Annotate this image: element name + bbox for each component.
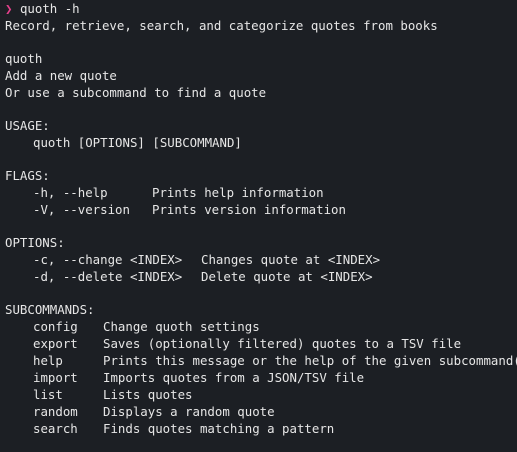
program-name: quoth	[5, 51, 43, 66]
option-description: Changes quote at <INDEX>	[201, 252, 381, 267]
subcommand-description: Prints this message or the help of the g…	[103, 353, 517, 368]
subcommand-row: import Imports quotes from a JSON/TSV fil…	[5, 369, 517, 386]
subcommand-key: list	[33, 387, 63, 402]
subcommand-row: help Prints this message or the help of t…	[5, 352, 517, 369]
intro-line-2: Or use a subcommand to find a quote	[5, 85, 267, 100]
prompt-chevron-icon: ❯	[5, 1, 13, 16]
terminal-window[interactable]: ❯ quoth -h Record, retrieve, search, and…	[0, 0, 517, 452]
subcommand-description: Displays a random quote	[103, 404, 275, 419]
subcommand-description: Finds quotes matching a pattern	[103, 421, 335, 436]
subcommand-row: export Saves (optionally filtered) quotes…	[5, 335, 517, 352]
prompt-line: ❯ quoth -h	[5, 0, 517, 17]
subcommand-key: search	[33, 421, 78, 436]
subcommand-row: random Displays a random quote	[5, 403, 517, 420]
subcommand-key: random	[33, 404, 78, 419]
subcommand-description: Saves (optionally filtered) quotes to a …	[103, 336, 462, 351]
subcommand-row: list Lists quotes	[5, 386, 517, 403]
subcommand-row: config Change quoth settings	[5, 318, 517, 335]
flags-heading: FLAGS:	[5, 168, 50, 183]
subcommand-description: Imports quotes from a JSON/TSV file	[103, 370, 365, 385]
subcommand-key: config	[33, 319, 78, 334]
flag-description: Prints help information	[152, 185, 324, 200]
intro-line-1: Add a new quote	[5, 68, 117, 83]
subcommand-description: Change quoth settings	[103, 319, 260, 334]
subcommand-key: export	[33, 336, 78, 351]
subcommand-row: search Finds quotes matching a pattern	[5, 420, 517, 437]
option-description: Delete quote at <INDEX>	[201, 269, 373, 284]
program-description: Record, retrieve, search, and categorize…	[5, 18, 438, 33]
flag-row: -V, --version Prints version information	[5, 201, 517, 218]
usage-heading: USAGE:	[5, 118, 50, 133]
subcommand-key: help	[33, 353, 63, 368]
flag-row: -h, --help Prints help information	[5, 184, 517, 201]
option-key: -d, --delete <INDEX>	[33, 269, 183, 284]
subcommand-description: Lists quotes	[103, 387, 193, 402]
usage-text: quoth [OPTIONS] [SUBCOMMAND]	[33, 135, 242, 150]
usage-line: quoth [OPTIONS] [SUBCOMMAND]	[5, 134, 517, 151]
flag-key: -h, --help	[33, 185, 108, 200]
flag-key: -V, --version	[33, 202, 130, 217]
flag-description: Prints version information	[152, 202, 346, 217]
option-row: -d, --delete <INDEX> Delete quote at <IND…	[5, 268, 517, 285]
option-row: -c, --change <INDEX> Changes quote at <IN…	[5, 251, 517, 268]
subcommand-key: import	[33, 370, 78, 385]
options-heading: OPTIONS:	[5, 235, 65, 250]
command-text: quoth -h	[19, 1, 80, 16]
subcommands-heading: SUBCOMMANDS:	[5, 302, 95, 317]
option-key: -c, --change <INDEX>	[33, 252, 183, 267]
